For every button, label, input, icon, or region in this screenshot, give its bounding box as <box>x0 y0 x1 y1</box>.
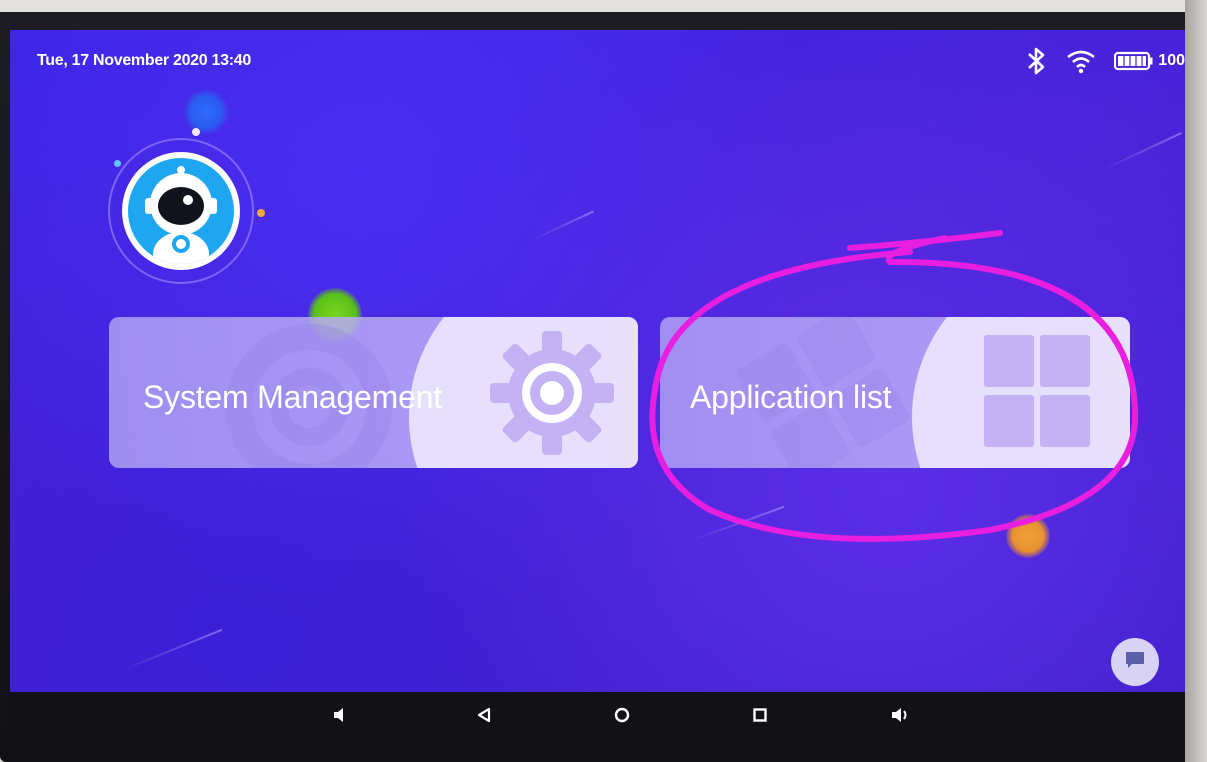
chat-button[interactable] <box>1111 638 1159 686</box>
avatar-orbit-dot <box>114 160 121 167</box>
astronaut-avatar-icon <box>128 158 234 264</box>
background-streak <box>1099 132 1182 172</box>
home-icon[interactable] <box>610 703 634 727</box>
user-avatar[interactable] <box>108 128 265 284</box>
recents-icon[interactable] <box>748 703 772 727</box>
navigation-bar <box>10 692 1185 736</box>
avatar-orbit-dot <box>257 209 265 217</box>
gear-icon <box>484 325 620 466</box>
system-management-label: System Management <box>143 379 442 415</box>
bluetooth-icon <box>1026 46 1048 76</box>
status-datetime: Tue, 17 November 2020 13:40 <box>37 52 251 69</box>
background-streak <box>689 505 785 542</box>
status-bar: Tue, 17 November 2020 13:40 100 <box>10 30 1185 90</box>
application-list-tile[interactable]: Application list <box>660 317 1130 468</box>
glow-dot-orange <box>1006 514 1050 558</box>
background-streak <box>529 210 594 242</box>
background-streak <box>119 628 223 672</box>
avatar-orbit-dot <box>192 128 200 136</box>
battery-percentage: 100 <box>1158 52 1185 69</box>
volume-down-icon[interactable] <box>328 703 352 727</box>
battery-icon: 100 <box>1114 51 1185 71</box>
home-screen: Tue, 17 November 2020 13:40 100 System M… <box>10 30 1185 736</box>
volume-up-icon[interactable] <box>888 703 912 727</box>
wifi-icon <box>1066 48 1096 74</box>
bezel-right-edge <box>1185 0 1207 762</box>
glow-dot-blue <box>184 90 228 134</box>
chat-icon <box>1124 650 1146 675</box>
bezel-top-edge <box>0 0 1207 12</box>
back-icon[interactable] <box>472 703 496 727</box>
application-list-label: Application list <box>690 379 892 415</box>
system-management-tile[interactable]: System Management <box>109 317 638 468</box>
status-icons: 100 <box>1026 44 1185 78</box>
grid-icon <box>982 333 1094 456</box>
